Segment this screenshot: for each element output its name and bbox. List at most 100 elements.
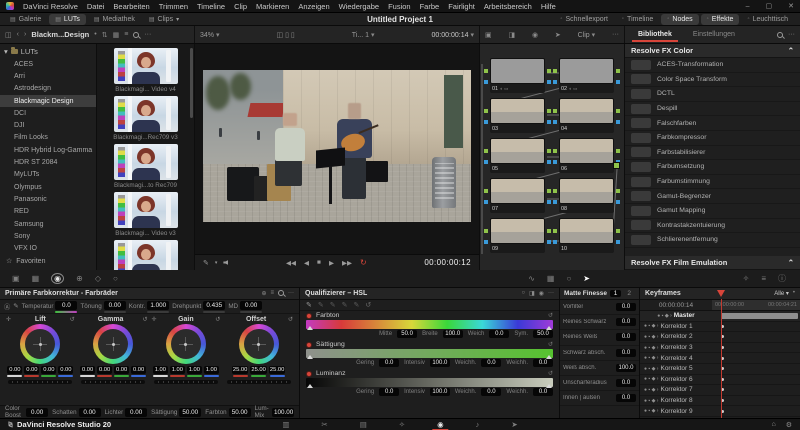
curves-icon[interactable]: ∿ bbox=[528, 274, 535, 283]
lut-chart-icon[interactable]: ≡ bbox=[761, 274, 766, 283]
gain-master-slider[interactable] bbox=[154, 380, 218, 384]
forward-icon[interactable]: › bbox=[24, 31, 26, 38]
rgb-mixer-icon[interactable]: ◇ bbox=[95, 274, 101, 283]
node-input-rgb[interactable] bbox=[484, 69, 488, 73]
lut-folder-item[interactable]: Panasonic bbox=[0, 193, 96, 205]
sat-soft-high-value[interactable]: 0.0 bbox=[533, 359, 553, 367]
fx-list-item[interactable]: Farbumsetzung bbox=[625, 160, 800, 175]
fx-list-item[interactable]: Farbumstimmung bbox=[625, 175, 800, 190]
lift-wheel[interactable]: ✛Lift↺ 0.00 0.00 0.00 0.00 bbox=[4, 316, 77, 405]
color-node[interactable]: 08 ◐ ▭ bbox=[559, 178, 614, 213]
more-options-icon[interactable]: ··· bbox=[288, 290, 294, 297]
node-output-rgb[interactable] bbox=[547, 189, 551, 193]
keyframe-track[interactable] bbox=[712, 396, 800, 406]
node-output-rgb[interactable] bbox=[547, 109, 551, 113]
fx-list-item[interactable]: Gamut Mapping bbox=[625, 204, 800, 219]
keyframe-track[interactable] bbox=[712, 385, 800, 395]
keyframe-track-row[interactable]: ● ▪ ◆ › Korrektor 4 bbox=[640, 353, 800, 364]
lut-folder-item[interactable]: RED bbox=[0, 206, 96, 218]
footer-param[interactable]: Color Boost 0.00 bbox=[5, 405, 48, 419]
node-output-key[interactable] bbox=[616, 200, 620, 204]
reset-icon[interactable]: ↺ bbox=[142, 316, 147, 323]
node-input-key[interactable] bbox=[484, 120, 488, 124]
node-output-rgb[interactable] bbox=[547, 69, 551, 73]
lum-soft-low-value[interactable]: 0.0 bbox=[481, 388, 501, 396]
node-input-key[interactable] bbox=[484, 160, 488, 164]
highlight-icon[interactable]: ○ bbox=[521, 290, 525, 297]
matte-tab-2[interactable]: 2 bbox=[623, 290, 635, 297]
keyframe-filter-dropdown[interactable]: Alle ▾ bbox=[774, 290, 789, 297]
lut-folder-item[interactable]: Astrodesign bbox=[0, 83, 96, 95]
info-icon[interactable]: ⓘ bbox=[778, 273, 786, 284]
more-options-icon[interactable]: ··· bbox=[788, 31, 795, 38]
node-output-rgb[interactable] bbox=[547, 149, 551, 153]
node-input-key[interactable] bbox=[553, 120, 557, 124]
invert-icon[interactable]: ◉ bbox=[539, 290, 544, 297]
more-options-icon[interactable]: ··· bbox=[548, 290, 554, 297]
back-icon[interactable]: ‹ bbox=[17, 31, 19, 38]
play-button[interactable]: ▶ bbox=[329, 259, 334, 267]
search-icon[interactable] bbox=[278, 290, 284, 296]
matte-tab-1[interactable]: 1 bbox=[610, 290, 622, 297]
white-picker-icon[interactable]: ✎ bbox=[13, 303, 18, 310]
node-graph-output[interactable] bbox=[613, 162, 620, 169]
track-icons[interactable]: ● ▪ ◆ › bbox=[644, 408, 658, 414]
lut-thumbnail[interactable]: Blackmagi... Video v4 bbox=[97, 240, 194, 270]
picker-icon[interactable]: ✎ bbox=[306, 301, 312, 309]
color-node[interactable]: 06 ◐ ▭ bbox=[559, 138, 614, 173]
gamma-master-slider[interactable] bbox=[81, 380, 145, 384]
menu-item[interactable]: Fusion bbox=[388, 2, 411, 11]
node-input-rgb[interactable] bbox=[484, 149, 488, 153]
keyframe-track[interactable] bbox=[712, 406, 800, 416]
node-output-rgb[interactable] bbox=[616, 229, 620, 233]
keyframe-track[interactable] bbox=[712, 332, 800, 342]
lut-thumbnail[interactable]: Blackmagi...to Rec709 bbox=[97, 144, 194, 189]
sat-enable-toggle[interactable] bbox=[306, 342, 312, 348]
node-input-rgb[interactable] bbox=[553, 229, 557, 233]
lut-folder-item[interactable]: VFX IO bbox=[0, 242, 96, 254]
workspace-toggle-button[interactable]: ◦ Effekte bbox=[701, 14, 740, 25]
menu-item[interactable]: Markieren bbox=[256, 2, 289, 11]
reset-icon[interactable]: ↺ bbox=[548, 312, 553, 319]
settings-gear-icon[interactable]: ⚙ bbox=[786, 421, 792, 429]
page-switch-icon[interactable]: ✧ bbox=[396, 420, 408, 429]
hdr-wheels-icon[interactable]: ⊕ bbox=[76, 274, 83, 283]
window-minimize-button[interactable]: – bbox=[746, 3, 750, 10]
tab-einstellungen[interactable]: Einstellungen bbox=[685, 29, 743, 41]
bars-icon[interactable]: ≡ bbox=[270, 290, 274, 297]
lut-thumbnail[interactable]: Blackmagi... Video v4 bbox=[97, 48, 194, 93]
keyframe-track[interactable] bbox=[712, 322, 800, 332]
sat-soft-low-value[interactable]: 0.0 bbox=[481, 359, 501, 367]
matte-icon[interactable]: ◨ bbox=[529, 290, 535, 297]
fx-list-item[interactable]: Despill bbox=[625, 102, 800, 117]
footer-param[interactable]: Sättigung 50.00 bbox=[151, 408, 201, 417]
keyframe-track-row[interactable]: ● ▪ ◆ › Korrektor 9 bbox=[640, 406, 800, 417]
lut-folder-item[interactable]: ACES bbox=[0, 58, 96, 70]
node-input-key[interactable] bbox=[553, 160, 557, 164]
lut-folder-item[interactable]: Samsung bbox=[0, 218, 96, 230]
qualifier-picker-icon[interactable]: ➤ bbox=[583, 274, 590, 283]
gain-wheel[interactable]: ✛Gain↺ 1.00 1.00 1.00 1.00 bbox=[150, 316, 223, 405]
window-close-button[interactable]: ✕ bbox=[788, 2, 794, 10]
color-node[interactable]: 09 ◐ ▭ bbox=[490, 218, 545, 253]
lut-thumbnail[interactable]: Blackmagi...Rec709 v3 bbox=[97, 96, 194, 141]
lut-thumbnail[interactable]: Blackmagi... Video v3 bbox=[97, 192, 194, 237]
keyframe-track-row[interactable]: ● ▪ ◆ › Korrektor 1 bbox=[640, 322, 800, 333]
track-icons[interactable]: ● ▪ ◆ › bbox=[657, 313, 671, 319]
fx-list-item[interactable]: Farbkompressor bbox=[625, 131, 800, 146]
node-output-rgb[interactable] bbox=[616, 109, 620, 113]
reset-icon[interactable]: ↺ bbox=[548, 341, 553, 348]
reset-icon[interactable]: ↺ bbox=[365, 301, 371, 309]
color-node[interactable]: 10 ◐ ▭ bbox=[559, 218, 614, 253]
footer-param[interactable]: Lum-Mix 100.00 bbox=[255, 405, 294, 419]
window-maximize-button[interactable]: ▢ bbox=[766, 2, 773, 10]
param-contrast[interactable]: Kontr. 1.000 bbox=[129, 301, 169, 313]
page-switch-icon[interactable]: ▥ bbox=[279, 420, 292, 429]
lut-folder-item[interactable]: DJI bbox=[0, 119, 96, 131]
node-input-rgb[interactable] bbox=[484, 229, 488, 233]
node-output-rgb[interactable] bbox=[616, 69, 620, 73]
menu-item[interactable]: Farbe bbox=[420, 2, 440, 11]
lut-folder-item[interactable]: MyLUTs bbox=[0, 169, 96, 181]
step-back-button[interactable]: ◀ bbox=[304, 259, 309, 267]
picker-subtract-icon[interactable]: ✎ bbox=[330, 301, 336, 309]
